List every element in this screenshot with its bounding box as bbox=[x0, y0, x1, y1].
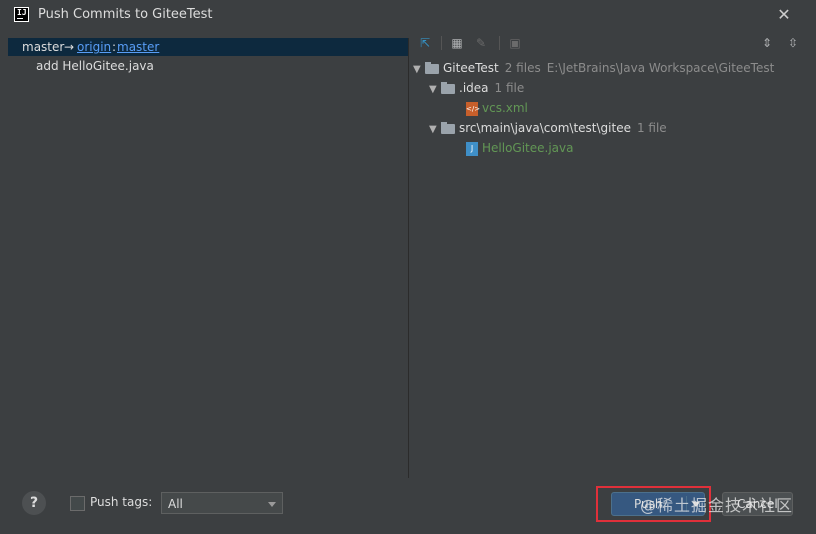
toolbar-separator bbox=[499, 36, 500, 50]
changed-files-pane: ⇱ ▦ ✎ ▣ ⇕ ⇳ ▼ GiteeTest 2 files E:\JetBrain… bbox=[409, 30, 808, 478]
folder-icon bbox=[425, 61, 439, 74]
root-meta: 2 files bbox=[504, 61, 541, 75]
src-name: src\main\java\com\test\gitee bbox=[459, 121, 631, 135]
commit-item[interactable]: add HelloGitee.java bbox=[36, 59, 154, 73]
tags-select-value: All bbox=[168, 497, 183, 511]
toolbar-separator bbox=[441, 36, 442, 50]
tags-select[interactable]: All bbox=[161, 492, 283, 514]
root-name: GiteeTest bbox=[443, 61, 499, 75]
separator-text: : bbox=[112, 40, 117, 54]
close-icon[interactable]: ✕ bbox=[774, 5, 794, 25]
xml-file-icon: </> bbox=[466, 101, 480, 116]
local-branch: master bbox=[22, 40, 65, 54]
expanded-arrow-icon[interactable]: ▼ bbox=[429, 121, 441, 139]
branch-push-row[interactable]: master → origin : master bbox=[8, 38, 408, 56]
collapse-all-icon[interactable]: ⇳ bbox=[785, 35, 801, 51]
expanded-arrow-icon[interactable]: ▼ bbox=[429, 81, 441, 99]
chevron-down-icon bbox=[268, 502, 276, 507]
preview-icon[interactable]: ▣ bbox=[507, 35, 523, 51]
tree-src-folder[interactable]: ▼ src\main\java\com\test\gitee 1 file bbox=[429, 119, 667, 137]
window-title: Push Commits to GiteeTest bbox=[38, 7, 213, 22]
src-meta: 1 file bbox=[636, 121, 667, 135]
folder-icon bbox=[441, 121, 455, 134]
idea-meta: 1 file bbox=[494, 81, 525, 95]
group-by-icon[interactable]: ▦ bbox=[449, 35, 465, 51]
edit-source-icon[interactable]: ✎ bbox=[473, 35, 489, 51]
watermark-text: @稀土掘金技术社区 bbox=[640, 496, 794, 515]
expand-all-icon[interactable]: ⇕ bbox=[759, 35, 775, 51]
title-bar: IJ Push Commits to GiteeTest ✕ bbox=[0, 0, 816, 30]
intellij-logo-icon: IJ bbox=[14, 7, 29, 22]
hello-file-name: HelloGitee.java bbox=[482, 141, 574, 155]
remote-branch-link[interactable]: master bbox=[117, 40, 159, 54]
push-tags-checkbox[interactable] bbox=[70, 496, 85, 511]
remote-link[interactable]: origin bbox=[77, 40, 111, 54]
expand-diff-icon[interactable]: ⇱ bbox=[417, 35, 433, 51]
tree-file-vcs[interactable]: </> vcs.xml bbox=[466, 99, 528, 117]
folder-icon bbox=[441, 81, 455, 94]
tree-file-hello[interactable]: J HelloGitee.java bbox=[466, 139, 573, 157]
push-tags-label: Push tags: bbox=[90, 495, 153, 509]
tree-idea-folder[interactable]: ▼ .idea 1 file bbox=[429, 79, 524, 97]
vcs-file-name: vcs.xml bbox=[482, 101, 528, 115]
idea-name: .idea bbox=[459, 81, 489, 95]
commits-pane: master → origin : master add HelloGitee.… bbox=[8, 38, 409, 478]
tree-root[interactable]: ▼ GiteeTest 2 files E:\JetBrains\Java Works… bbox=[413, 59, 774, 77]
arrow-text: → bbox=[64, 40, 75, 54]
help-button[interactable]: ? bbox=[22, 491, 46, 515]
expanded-arrow-icon[interactable]: ▼ bbox=[413, 61, 425, 79]
root-path: E:\JetBrains\Java Workspace\GiteeTest bbox=[546, 61, 775, 75]
java-file-icon: J bbox=[466, 141, 478, 156]
